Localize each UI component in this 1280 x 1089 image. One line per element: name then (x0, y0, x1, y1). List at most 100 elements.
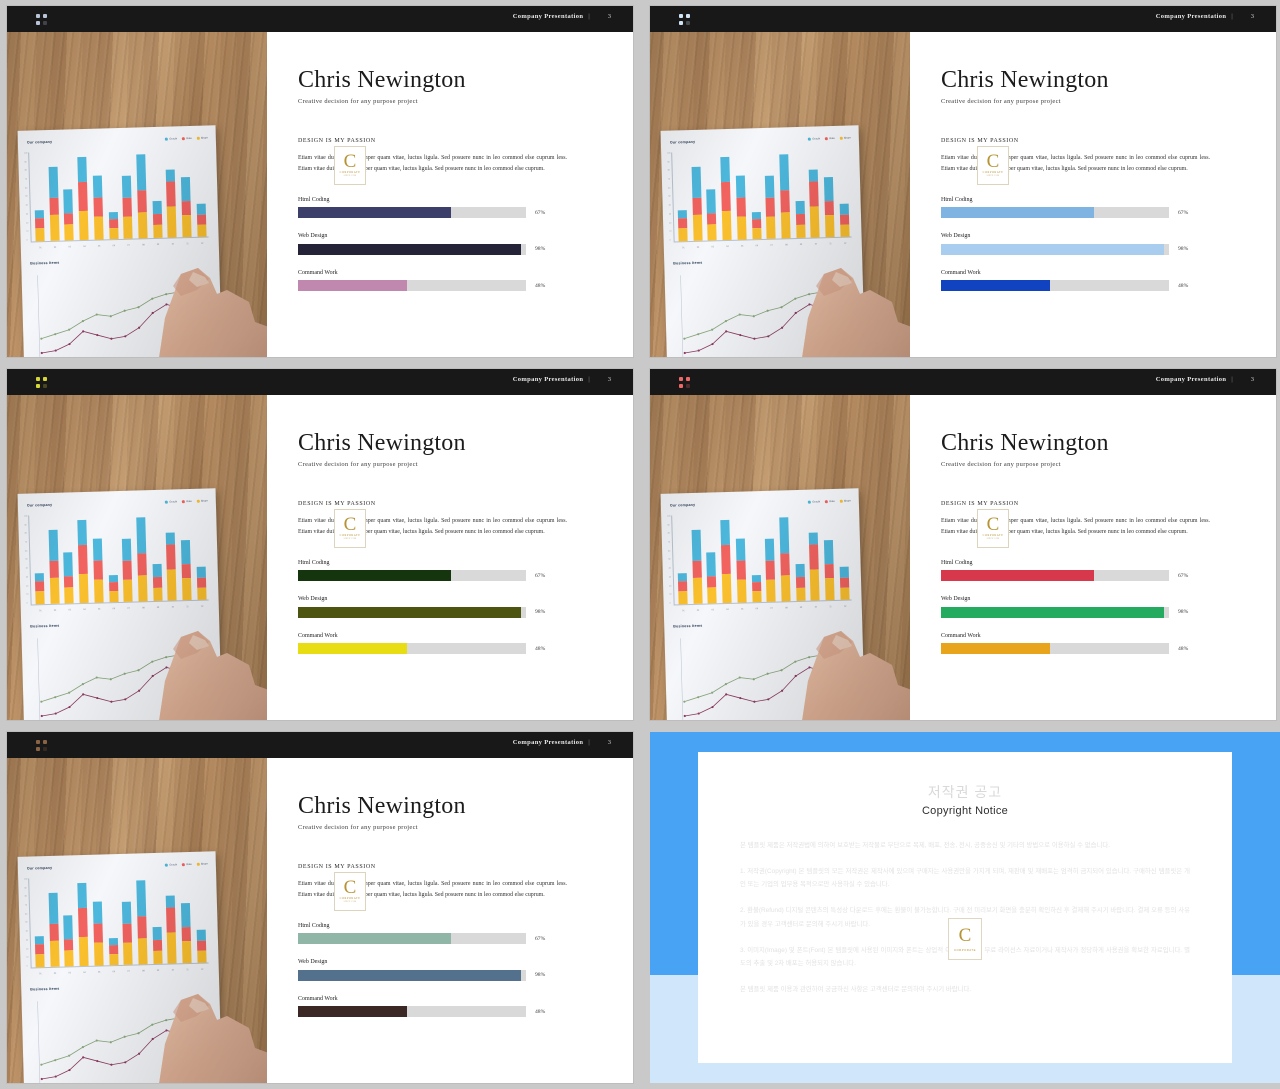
line-point (137, 689, 141, 692)
bar-segment (166, 532, 176, 546)
legend-label: Rate (186, 136, 192, 141)
bar-segment (182, 577, 192, 600)
bar-chart-yticks: 100 90 80 70 60 50 40 30 20 10 0 (24, 153, 30, 242)
slide-content: Chris Newington Creative decision for an… (910, 395, 1276, 720)
x-tick: 05 (740, 608, 744, 611)
body-paragraph: Etiam vitae dui congue, semper quam vita… (298, 146, 567, 185)
y-tick: 40 (668, 204, 671, 207)
copyright-cell[interactable]: 저작권 공고 Copyright Notice 본 템플릿 제품은 저작권법에 … (640, 726, 1280, 1089)
line-chart (675, 632, 856, 720)
y-tick: 20 (669, 585, 672, 588)
slide-topbar: Company Presentation | 3 (7, 369, 633, 395)
line-series (41, 666, 195, 717)
chart-title-top: Our company (26, 865, 53, 871)
copyright-title-ko: 저작권 공고 (927, 784, 1003, 800)
line-point (82, 1056, 85, 1059)
bar-segment (780, 553, 790, 576)
y-tick: 80 (667, 532, 670, 536)
line-point (110, 337, 113, 340)
x-tick: 03 (68, 609, 72, 612)
skill-label: Html Coding (298, 196, 330, 203)
bar-segment (196, 940, 207, 952)
bar-chart: 100 90 80 70 60 50 40 30 20 10 0 01 02 03 04 05 06 07 08 0… (24, 148, 209, 251)
bar-segment (795, 577, 805, 589)
slide-cell-1[interactable]: Company Presentation | 3 Our company Grou… (0, 0, 640, 363)
y-tick: 60 (668, 187, 671, 190)
bar-segment (123, 579, 133, 602)
slide-cell-3[interactable]: Company Presentation | 3 Our company Grou… (0, 363, 640, 726)
bar-segment (137, 190, 147, 213)
bar-segment (63, 552, 74, 577)
hand-pointing (159, 994, 267, 1083)
slide-cell-5[interactable]: Company Presentation | 3 Our company Grou… (0, 726, 640, 1089)
bar-segment (48, 892, 59, 924)
progress-fill (941, 570, 1094, 582)
bar-segment (795, 563, 805, 578)
y-tick: 60 (25, 913, 28, 916)
legend-swatch (196, 862, 200, 866)
bar-group (809, 532, 821, 601)
x-tick: 12 (843, 605, 847, 608)
bar-segment (35, 944, 45, 955)
x-tick: 02 (696, 609, 700, 612)
bar-chart-yticks: 100 90 80 70 60 50 40 30 20 10 0 (667, 516, 673, 605)
skill-label: Html Coding (298, 559, 330, 566)
skill-percent: 48% (535, 1008, 546, 1015)
bar-segment (780, 211, 791, 238)
bar-segment (196, 929, 206, 941)
photo-desk-chart: Our company Grouth Rate Share 100 90 80 70 60 5… (7, 395, 267, 720)
skill-percent: 48% (535, 282, 546, 289)
x-tick: 09 (156, 243, 160, 246)
line-point (179, 670, 182, 673)
slide-2[interactable]: Company Presentation | 3 Our company Grou… (650, 6, 1276, 357)
slide-cell-4[interactable]: Company Presentation | 3 Our company Grou… (640, 363, 1280, 726)
slide-topbar: Company Presentation | 3 (650, 6, 1276, 32)
progress-track (298, 969, 526, 981)
line-point (68, 342, 71, 346)
line-point (697, 333, 700, 336)
bar-segment (137, 574, 148, 601)
line-point (54, 696, 57, 699)
x-tick: 03 (68, 246, 72, 249)
line-point (124, 698, 127, 701)
logo-line2: SINCE 1998 (343, 538, 357, 541)
bar-segment (181, 201, 192, 216)
bar-group (181, 177, 192, 237)
bar-segment (839, 214, 850, 226)
x-tick: 06 (112, 608, 116, 611)
progress-track (298, 1006, 526, 1018)
y-tick: 80 (24, 169, 27, 173)
progress-track (941, 207, 1169, 219)
bar-segment (765, 538, 775, 561)
bar-segment (78, 181, 88, 212)
slide-1[interactable]: Company Presentation | 3 Our company Grou… (7, 6, 633, 357)
line-point (137, 1052, 141, 1055)
progress-fill (941, 643, 1051, 655)
bar-segment (720, 519, 731, 546)
bar-segment (678, 581, 688, 592)
skill-item: Command Work 48% (298, 270, 567, 292)
bar-chart-bars (33, 876, 207, 967)
bar-segment (181, 177, 191, 202)
slide-5[interactable]: Company Presentation | 3 Our company Grou… (7, 732, 633, 1083)
bar-group (77, 519, 89, 603)
slide-3[interactable]: Company Presentation | 3 Our company Grou… (7, 369, 633, 720)
legend-label: Rate (186, 499, 192, 504)
x-tick: 07 (127, 607, 130, 610)
copyright-slide: 저작권 공고 Copyright Notice 본 템플릿 제품은 저작권법에 … (650, 732, 1280, 1083)
bar-segment (197, 587, 207, 600)
corporate-logo-watermark: C CORPORATE SINCE 1998 (977, 509, 1009, 548)
bar-segment (839, 577, 850, 589)
slide-cell-2[interactable]: Company Presentation | 3 Our company Grou… (640, 0, 1280, 363)
line-point (151, 297, 154, 300)
bar-chart-bars (676, 513, 850, 604)
bar-segment (35, 954, 45, 967)
y-tick: 70 (24, 904, 28, 907)
y-tick: 10 (669, 230, 672, 233)
line-point (836, 314, 839, 318)
slide-4[interactable]: Company Presentation | 3 Our company Grou… (650, 369, 1276, 720)
line-point (151, 311, 154, 315)
line-point (96, 696, 99, 700)
skill-item: Command Work 48% (941, 270, 1210, 292)
photo-desk-chart: Our company Grouth Rate Share 100 90 80 70 60 5… (650, 32, 910, 357)
